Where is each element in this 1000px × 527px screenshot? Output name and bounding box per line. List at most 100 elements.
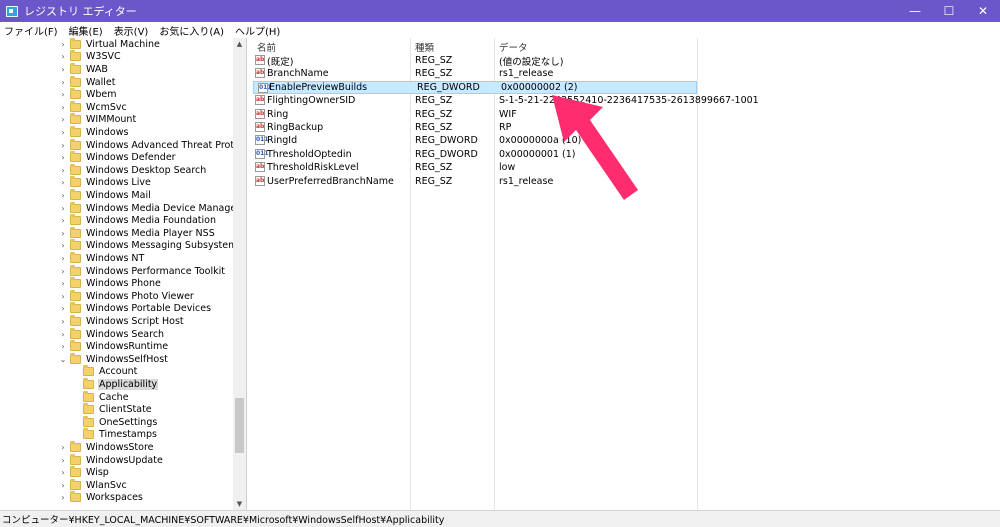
window-title: レジストリ エディター (24, 5, 137, 18)
chevron-right-icon[interactable]: › (58, 467, 68, 479)
tree-item[interactable]: › Windows Advanced Threat Protection (58, 138, 246, 152)
menu-help[interactable]: ヘルプ(H) (235, 23, 280, 38)
menu-favorites[interactable]: お気に入り(A) (159, 23, 224, 38)
chevron-right-icon[interactable]: › (58, 114, 68, 126)
value-row[interactable]: ab ThresholdRiskLevel REG_SZ low (251, 161, 951, 174)
tree-item[interactable]: › Windows (58, 125, 129, 139)
value-row[interactable]: 011 RingId REG_DWORD 0x0000000a (10) (251, 134, 951, 147)
maximize-button[interactable]: ☐ (932, 0, 966, 22)
chevron-right-icon[interactable]: › (58, 252, 68, 264)
menu-view[interactable]: 表示(V) (114, 23, 149, 38)
tree-item[interactable]: › Windows Defender (58, 151, 177, 164)
tree-item[interactable]: › Windows Messaging Subsystem (58, 239, 238, 253)
values-list-pane[interactable]: 名前 種類 データ ab (既定) REG_SZ (値の設定なし) ab BranchNa… (251, 38, 1000, 510)
chevron-right-icon[interactable]: › (58, 227, 68, 239)
chevron-right-icon[interactable]: › (58, 341, 68, 353)
chevron-right-icon[interactable]: › (58, 278, 68, 290)
tree-item[interactable]: › Windows Mail (58, 188, 152, 202)
value-row[interactable]: ab Ring REG_SZ WIF (251, 108, 951, 121)
chevron-right-icon[interactable]: › (58, 189, 68, 201)
chevron-right-icon[interactable]: › (58, 303, 68, 315)
tree-item[interactable]: › Windows Script Host (58, 314, 185, 328)
tree-item[interactable]: › WindowsStore (58, 440, 155, 454)
value-row[interactable]: ab BranchName REG_SZ rs1_release (251, 67, 951, 80)
tree-item[interactable]: ⌄ WindowsSelfHost (58, 352, 169, 366)
tree-item[interactable]: Cache (71, 390, 130, 404)
tree-item[interactable]: › Windows Performance Toolkit (58, 264, 226, 278)
chevron-right-icon[interactable]: › (58, 51, 68, 63)
chevron-right-icon[interactable]: › (58, 215, 68, 227)
folder-icon (70, 50, 81, 62)
chevron-right-icon[interactable]: › (58, 265, 68, 277)
chevron-right-icon[interactable]: › (58, 441, 68, 453)
scroll-up-icon[interactable]: ▲ (233, 38, 246, 50)
tree-item[interactable]: › WAB (58, 62, 109, 76)
tree-item[interactable]: Account (71, 365, 138, 379)
chevron-right-icon[interactable]: › (58, 38, 68, 50)
tree-item[interactable]: › W3SVC (58, 50, 122, 64)
tree-item[interactable]: › Workspaces (58, 491, 144, 505)
value-row[interactable]: ab RingBackup REG_SZ RP (251, 121, 951, 134)
scroll-down-icon[interactable]: ▼ (233, 498, 246, 510)
chevron-right-icon[interactable]: › (58, 63, 68, 75)
minimize-button[interactable]: — (898, 0, 932, 22)
chevron-right-icon[interactable]: › (58, 164, 68, 176)
tree-item[interactable]: › Windows Photo Viewer (58, 289, 195, 303)
chevron-right-icon[interactable]: › (58, 479, 68, 491)
tree-item[interactable]: › WlanSvc (58, 478, 128, 492)
column-header-data[interactable]: データ (499, 40, 528, 54)
chevron-right-icon[interactable]: › (58, 177, 68, 189)
tree-item-label: Windows Search (86, 328, 165, 340)
value-row[interactable]: ab FlightingOwnerSID REG_SZ S-1-5-21-224355… (251, 94, 951, 107)
tree-vertical-scrollbar[interactable]: ▲ ▼ (233, 38, 246, 510)
tree-item[interactable]: › Windows Media Player NSS (58, 226, 216, 240)
menu-edit[interactable]: 編集(E) (69, 23, 103, 38)
menu-file[interactable]: ファイル(F) (4, 23, 58, 38)
chevron-right-icon[interactable]: › (58, 101, 68, 113)
tree-item[interactable]: › Wallet (58, 75, 116, 89)
chevron-right-icon[interactable]: › (58, 76, 68, 88)
tree-item[interactable]: OneSettings (71, 415, 158, 429)
tree-item[interactable]: › Wbem (58, 88, 118, 101)
tree-item[interactable]: ClientState (71, 403, 153, 416)
tree-item[interactable]: Applicability (71, 377, 159, 391)
chevron-right-icon[interactable]: › (58, 290, 68, 302)
key-tree-pane[interactable]: › Virtual Machine › W3SVC › WAB › Wallet › Wbem › W… (0, 38, 247, 510)
tree-item[interactable]: › Windows Media Foundation (58, 214, 217, 227)
chevron-right-icon[interactable]: › (58, 492, 68, 504)
tree-item[interactable]: › Virtual Machine (58, 38, 161, 51)
chevron-down-icon[interactable]: ⌄ (58, 353, 68, 365)
close-button[interactable]: ✕ (966, 0, 1000, 22)
chevron-right-icon[interactable]: › (58, 89, 68, 101)
tree-item[interactable]: › WIMMount (58, 113, 137, 127)
tree-item[interactable]: › Windows Media Device Manager (58, 201, 241, 215)
tree-item[interactable]: › WcmSvc (58, 100, 128, 114)
chevron-right-icon[interactable]: › (58, 126, 68, 138)
value-row[interactable]: ab (既定) REG_SZ (値の設定なし) (251, 54, 951, 68)
chevron-right-icon[interactable]: › (58, 139, 68, 151)
tree-item[interactable]: › Wisp (58, 466, 110, 479)
tree-item[interactable]: › WindowsUpdate (58, 453, 164, 467)
tree-item[interactable]: › Windows Live (58, 176, 152, 190)
value-row[interactable]: ab UserPreferredBranchName REG_SZ rs1_relea… (251, 175, 951, 188)
chevron-right-icon[interactable]: › (58, 454, 68, 466)
value-row[interactable]: 011 ThresholdOptedin REG_DWORD 0x00000001 (… (251, 148, 951, 161)
tree-item[interactable]: › Windows Search (58, 327, 165, 341)
tree-item[interactable]: › Windows Phone (58, 277, 162, 290)
value-row[interactable]: 011 EnablePreviewBuilds REG_DWORD 0x0000000… (253, 80, 697, 94)
tree-item-label: Cache (99, 391, 129, 403)
column-header-type[interactable]: 種類 (415, 40, 434, 54)
folder-icon (70, 327, 81, 339)
chevron-right-icon[interactable]: › (58, 315, 68, 327)
chevron-right-icon[interactable]: › (58, 202, 68, 214)
tree-item[interactable]: › Windows NT (58, 251, 145, 265)
tree-item[interactable]: › WindowsRuntime (58, 340, 169, 353)
tree-item[interactable]: › Windows Portable Devices (58, 302, 212, 316)
scroll-thumb[interactable] (235, 398, 244, 453)
chevron-right-icon[interactable]: › (58, 328, 68, 340)
tree-item[interactable]: › Windows Desktop Search (58, 163, 207, 177)
tree-item[interactable]: Timestamps (71, 428, 158, 442)
chevron-right-icon[interactable]: › (58, 152, 68, 164)
column-header-name[interactable]: 名前 (257, 40, 276, 54)
chevron-right-icon[interactable]: › (58, 240, 68, 252)
